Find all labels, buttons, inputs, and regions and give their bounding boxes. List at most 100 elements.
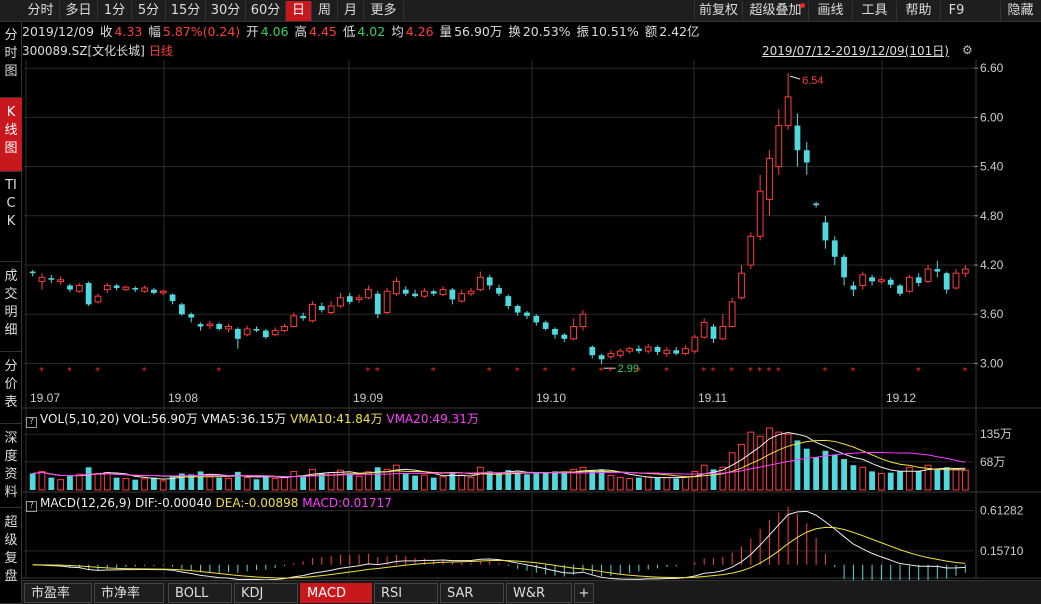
volume-bar [206, 476, 214, 491]
indicator-tab[interactable]: MACD [300, 583, 372, 603]
candle-body [197, 324, 204, 327]
period-button[interactable]: 5分 [132, 1, 166, 21]
volume-bar [393, 464, 400, 491]
event-star-marker: * [608, 366, 613, 377]
candle-body [673, 350, 680, 354]
add-indicator-button[interactable]: + [574, 583, 594, 603]
candle-body [281, 326, 288, 332]
toolbar-button[interactable]: 画线 [808, 1, 852, 21]
toolbar-button-label: 工具 [861, 3, 888, 18]
volume-bar [290, 470, 298, 491]
period-button[interactable]: 更多 [364, 1, 404, 21]
toolbar-button[interactable]: 前复权 [694, 1, 742, 21]
help-icon[interactable]: ? [26, 417, 37, 428]
period-button[interactable]: 分时 [22, 1, 60, 21]
sidebar-tab[interactable]: 成交明细 [0, 262, 22, 352]
candle-body [38, 276, 46, 282]
toolbar-button[interactable]: 超级叠加 [742, 1, 808, 21]
quote-date: 2019/12/09 [22, 24, 95, 39]
candle-body [719, 326, 727, 340]
macd-title[interactable]: MACD(12,26,9) [40, 496, 131, 510]
macd-panel-header: ? MACD(12,26,9) DIF:-0.00040 DEA:-0.00898… [26, 494, 392, 512]
volume-bar [486, 471, 493, 490]
candle-body [253, 328, 260, 331]
candle-body [589, 347, 596, 356]
candle-body [524, 312, 530, 316]
candle-body [626, 348, 633, 352]
settings-gear-icon[interactable]: ⚙ [962, 43, 973, 57]
help-icon[interactable]: ? [26, 501, 37, 512]
indicator-tab[interactable]: BOLL [168, 583, 232, 603]
candle-body [766, 157, 773, 200]
period-button[interactable]: 月 [338, 1, 364, 21]
sidebar-tab-label: 分时图 [4, 28, 18, 79]
sidebar-tab[interactable]: 分价表 [0, 352, 22, 424]
amount-value: 2.42亿 [659, 24, 700, 39]
volume-bar [355, 475, 363, 491]
sidebar-tab[interactable]: 超级复盘 [0, 508, 22, 604]
candle-body [747, 235, 755, 266]
candle-body [924, 268, 932, 282]
toolbar-button[interactable]: 工具 [852, 1, 896, 21]
event-star-marker: * [365, 366, 370, 377]
volume-bar [132, 479, 139, 490]
high-label: 高 [294, 24, 308, 39]
indicator-tab-label: RSI [381, 586, 403, 601]
candle-body [803, 150, 810, 163]
indicator-tab[interactable]: 市盈率 [24, 583, 92, 603]
volume-bar [766, 427, 773, 491]
period-button[interactable]: 15分 [166, 1, 206, 21]
event-star-marker: * [216, 366, 221, 377]
period-button[interactable]: 60分 [246, 1, 286, 21]
volume-bar [151, 477, 157, 490]
candle-body [859, 274, 867, 286]
volume-bar [505, 470, 512, 490]
top-toolbar: 分时 多日 1分 5分 15分 30分 60分日周月更多 前复权 超级叠加 画线 工具 帮助 F9 隐藏 [0, 0, 1041, 22]
vol-current: VOL:56.90万 [123, 412, 198, 426]
max-price-label: 6.54 [802, 75, 823, 87]
volume-bar [869, 471, 875, 490]
date-range-link[interactable]: 2019/07/12-2019/12/09(101日) [762, 42, 949, 60]
vol-title[interactable]: VOL(5,10,20) [40, 412, 119, 426]
candle-body [738, 272, 745, 299]
notification-dot [800, 3, 805, 8]
indicator-tab[interactable]: SAR [440, 583, 504, 603]
candle-body [94, 295, 102, 303]
period-button[interactable]: 多日 [60, 1, 98, 21]
indicator-tab-label: KDJ [241, 586, 264, 601]
sidebar-tab[interactable]: 分时图 [0, 22, 22, 98]
candle-body [831, 240, 838, 257]
date-tick-label: 19.12 [886, 391, 916, 405]
sidebar-tab[interactable]: TICK [0, 172, 22, 262]
event-star-marker: * [822, 366, 827, 377]
indicator-tab[interactable]: 市净率 [94, 583, 164, 603]
turnover-label: 换 [508, 24, 521, 39]
volume-bar [476, 466, 484, 491]
event-star-marker: * [571, 366, 576, 377]
candle-body [467, 290, 475, 295]
toolbar-button[interactable]: F9 [940, 1, 972, 21]
date-tick-label: 19.11 [698, 391, 727, 405]
period-button[interactable]: 周 [312, 1, 338, 21]
period-button[interactable]: 日 [286, 1, 312, 21]
date-tick-label: 19.07 [30, 391, 60, 405]
candle-body [533, 315, 540, 323]
indicator-tab[interactable]: RSI [374, 583, 438, 603]
toolbar-button-label: 画线 [817, 3, 844, 18]
volume-bar [309, 468, 316, 491]
toolbar-button[interactable]: 帮助 [896, 1, 940, 21]
close-value: 4.33 [114, 24, 143, 39]
period-button[interactable]: 1分 [98, 1, 132, 21]
dif-value: DIF:-0.00040 [134, 496, 212, 510]
indicator-tab[interactable]: KDJ [234, 583, 298, 603]
period-button[interactable]: 30分 [206, 1, 246, 21]
vol-value: 56.90万 [454, 24, 503, 39]
volume-bar [905, 466, 913, 491]
volume-bar [710, 469, 717, 490]
volume-bar [952, 468, 960, 491]
sidebar-tab[interactable]: 深度资料 [0, 424, 22, 508]
candle-body [887, 279, 894, 285]
sidebar-tab[interactable]: K线图 [0, 98, 22, 172]
toolbar-button[interactable]: 隐藏 [1000, 1, 1040, 21]
indicator-tab[interactable]: W&R [506, 583, 572, 603]
